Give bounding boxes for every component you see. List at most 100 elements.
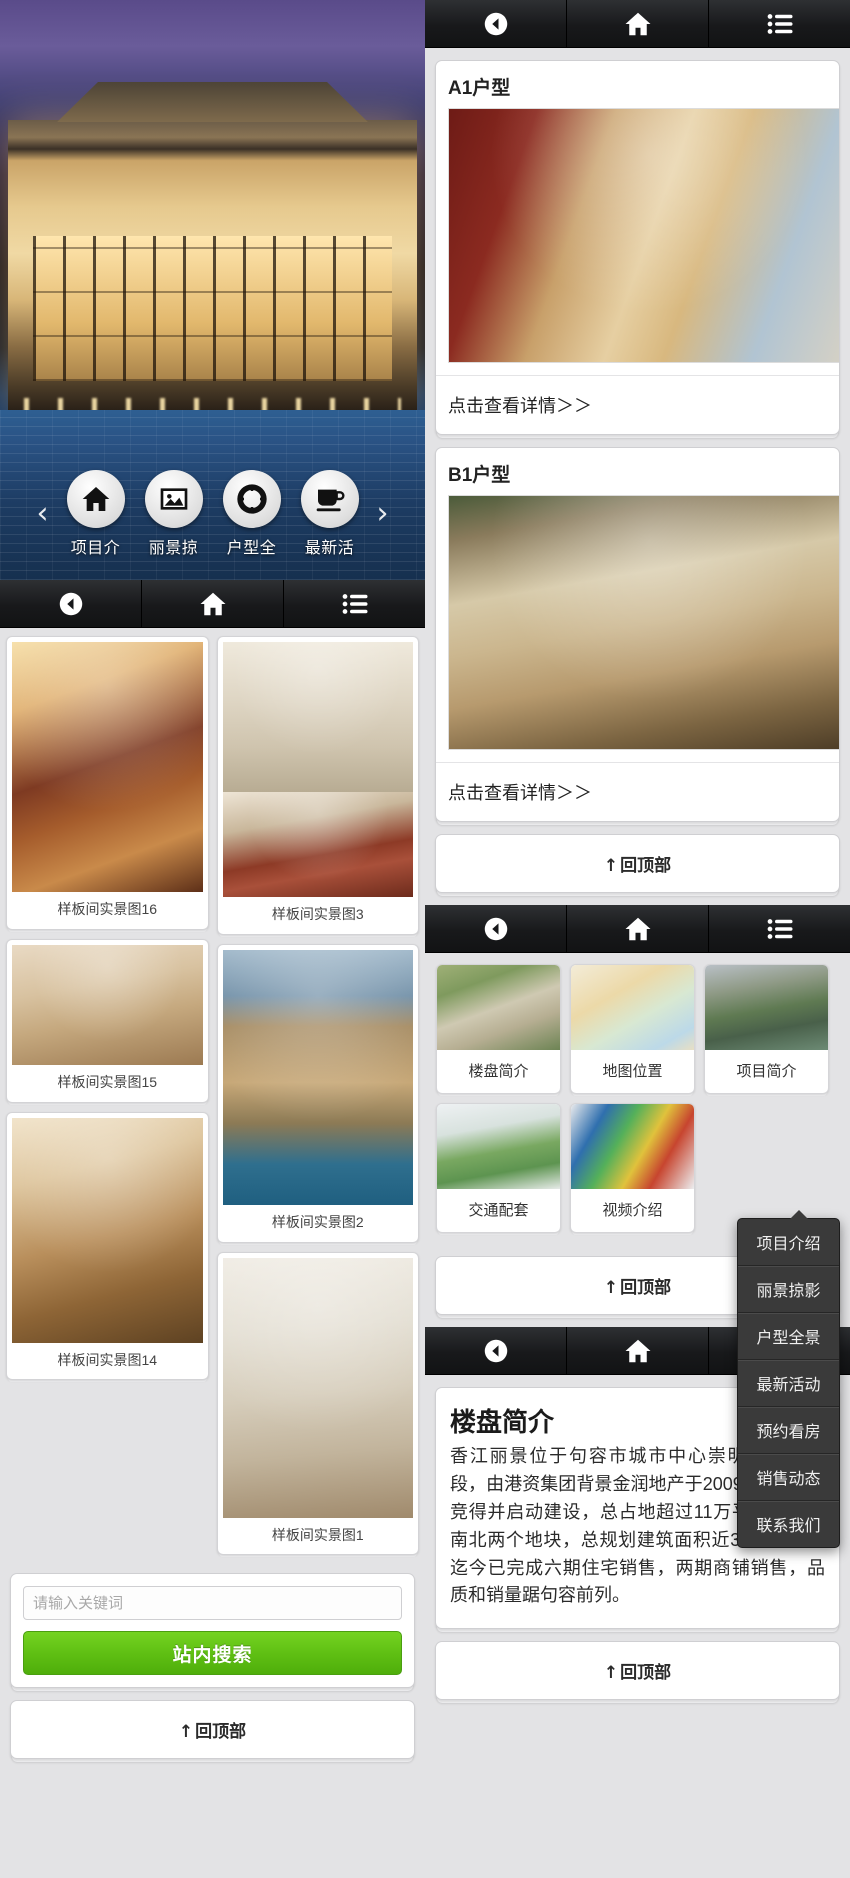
dropdown-item-house-types[interactable]: 户型全景 xyxy=(738,1313,839,1360)
feature-card[interactable]: 交通配套 xyxy=(436,1103,561,1233)
gallery-item[interactable]: 样板间实景图15 xyxy=(6,938,209,1103)
nav-home-button[interactable] xyxy=(142,580,284,627)
gallery-caption: 样板间实景图16 xyxy=(57,901,158,917)
feature-card[interactable]: 项目简介 xyxy=(704,964,829,1094)
building-photo xyxy=(8,120,417,414)
back-to-top-panel-left[interactable]: ↑ 回顶部 xyxy=(10,1700,415,1760)
nav-back-button[interactable] xyxy=(425,905,567,952)
search-input[interactable] xyxy=(23,1586,402,1621)
up-arrow-icon: ↑ xyxy=(603,856,619,876)
nav-back-button[interactable] xyxy=(425,1327,567,1374)
hero-item-house-types[interactable]: 户型全 xyxy=(216,470,288,558)
house-type-card-a1: A1户型 点击查看详情＞＞ xyxy=(435,60,840,435)
nav-home-button[interactable] xyxy=(567,1327,709,1374)
nav-back-button[interactable] xyxy=(0,580,142,627)
left-column: ‹ 项目介 丽景掠 户型全 最新活 › 样板间实景图16 样板间实景图15 样板… xyxy=(0,0,425,1878)
hero-item-project-intro[interactable]: 项目介 xyxy=(60,470,132,558)
site-search-button[interactable]: 站内搜索 xyxy=(23,1631,402,1676)
picture-icon xyxy=(144,470,203,528)
lifebuoy-icon xyxy=(222,470,281,528)
feature-thumbnail xyxy=(571,965,694,1050)
hero-item-label: 项目介 xyxy=(70,540,121,557)
feature-label: 楼盘简介 xyxy=(468,1063,529,1080)
back-to-top-label: 回顶部 xyxy=(620,856,672,875)
gallery-photo xyxy=(222,949,413,1205)
gallery-caption: 样板间实景图1 xyxy=(271,1526,364,1543)
list-menu-icon xyxy=(340,589,370,619)
nav-home-button[interactable] xyxy=(567,905,709,952)
home-icon xyxy=(623,1336,653,1366)
back-to-top-panel-1[interactable]: ↑ 回顶部 xyxy=(435,834,840,893)
right-navbar-1 xyxy=(425,0,850,48)
house-type-code: A1 xyxy=(448,78,473,99)
gallery-caption: 样板间实景图3 xyxy=(271,906,364,922)
house-type-photo[interactable] xyxy=(448,108,839,363)
coffee-icon xyxy=(300,470,359,528)
search-panel: 站内搜索 xyxy=(10,1573,415,1689)
dropdown-item-gallery[interactable]: 丽景掠影 xyxy=(738,1266,839,1313)
hero-item-label: 户型全 xyxy=(226,540,277,557)
up-arrow-icon: ↑ xyxy=(603,1663,619,1684)
house-type-detail-link[interactable]: 点击查看详情＞＞ xyxy=(436,375,839,434)
nav-menu-button[interactable] xyxy=(284,580,425,627)
house-type-photo[interactable] xyxy=(448,495,839,750)
nav-menu-button[interactable] xyxy=(709,905,850,952)
gallery-caption: 样板间实景图2 xyxy=(271,1213,364,1230)
photo-gallery: 样板间实景图16 样板间实景图15 样板间实景图14 样板间实景图3 样板间实景… xyxy=(0,628,425,1561)
right-navbar-2 xyxy=(425,905,850,953)
hero-item-label: 最新活 xyxy=(304,540,355,557)
dropdown-item-book-viewing[interactable]: 预约看房 xyxy=(738,1407,839,1454)
hero-item-news[interactable]: 最新活 xyxy=(294,470,366,558)
nav-menu-button[interactable] xyxy=(709,0,850,47)
gallery-item[interactable]: 样板间实景图1 xyxy=(216,1251,419,1556)
app-page: ‹ 项目介 丽景掠 户型全 最新活 › 样板间实景图16 样板间实景图15 样板… xyxy=(0,0,850,1878)
hero-item-label: 丽景掠 xyxy=(148,540,199,557)
gallery-caption: 样板间实景图15 xyxy=(57,1073,158,1090)
back-to-top-button[interactable]: ↑ 回顶部 xyxy=(436,835,839,892)
back-to-top-button[interactable]: ↑ 回顶部 xyxy=(11,1701,414,1758)
back-circle-icon xyxy=(481,914,511,944)
gallery-item[interactable]: 样板间实景图16 xyxy=(6,636,209,930)
home-icon xyxy=(66,470,125,528)
slider-prev-arrow[interactable]: ‹ xyxy=(26,499,60,529)
dropdown-item-contact-us[interactable]: 联系我们 xyxy=(738,1501,839,1547)
search-form: 站内搜索 xyxy=(11,1574,414,1687)
home-icon xyxy=(623,9,653,39)
home-icon xyxy=(623,914,653,944)
back-circle-icon xyxy=(56,589,86,619)
feature-thumbnail xyxy=(437,965,560,1050)
hero-quick-menu: ‹ 项目介 丽景掠 户型全 最新活 › xyxy=(0,470,425,558)
back-circle-icon xyxy=(481,1336,511,1366)
dropdown-item-sales-updates[interactable]: 销售动态 xyxy=(738,1454,839,1501)
gallery-item[interactable]: 样板间实景图2 xyxy=(216,943,419,1243)
gallery-photo xyxy=(12,642,203,892)
feature-label: 视频介绍 xyxy=(602,1202,663,1219)
hero-item-gallery[interactable]: 丽景掠 xyxy=(138,470,210,558)
feature-label: 交通配套 xyxy=(468,1202,529,1219)
list-menu-icon xyxy=(765,9,795,39)
house-type-detail-link[interactable]: 点击查看详情＞＞ xyxy=(436,762,839,821)
feature-label: 项目简介 xyxy=(736,1063,797,1080)
list-menu-icon xyxy=(765,914,795,944)
dropdown-item-news[interactable]: 最新活动 xyxy=(738,1360,839,1407)
gallery-item[interactable]: 样板间实景图3 xyxy=(216,636,419,935)
nav-back-button[interactable] xyxy=(425,0,567,47)
hero-slider[interactable]: ‹ 项目介 丽景掠 户型全 最新活 › xyxy=(0,0,425,580)
feature-thumbnail xyxy=(705,965,828,1050)
left-navbar xyxy=(0,580,425,628)
back-to-top-panel-3[interactable]: ↑ 回顶部 xyxy=(435,1641,840,1701)
house-type-title: A1户型 xyxy=(436,61,839,108)
back-to-top-label: 回顶部 xyxy=(195,1722,247,1742)
back-to-top-button[interactable]: ↑ 回顶部 xyxy=(436,1642,839,1699)
slider-next-arrow[interactable]: › xyxy=(366,499,400,529)
feature-card[interactable]: 地图位置 xyxy=(570,964,695,1094)
feature-thumbnail xyxy=(571,1104,694,1189)
gallery-item[interactable]: 样板间实景图14 xyxy=(6,1111,209,1381)
hero-menu-items: 项目介 丽景掠 户型全 最新活 xyxy=(60,470,366,558)
gallery-photo xyxy=(12,944,203,1065)
feature-card[interactable]: 视频介绍 xyxy=(570,1103,695,1233)
feature-card[interactable]: 楼盘简介 xyxy=(436,964,561,1094)
gallery-caption: 样板间实景图14 xyxy=(57,1351,158,1368)
nav-home-button[interactable] xyxy=(567,0,709,47)
dropdown-item-project-intro[interactable]: 项目介绍 xyxy=(738,1219,839,1266)
